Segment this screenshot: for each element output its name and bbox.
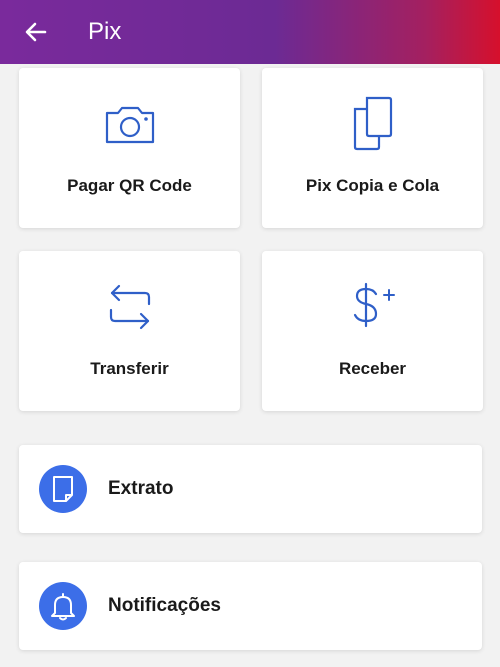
back-button[interactable]	[20, 16, 52, 48]
document-icon	[39, 465, 87, 513]
bell-icon	[39, 582, 87, 630]
copy-icon	[348, 94, 398, 152]
pay-qr-code-label: Pagar QR Code	[67, 176, 192, 195]
transfer-button[interactable]: Transferir	[19, 251, 240, 411]
statement-label: Extrato	[108, 478, 174, 499]
camera-icon	[100, 104, 160, 146]
transfer-arrows-icon	[104, 281, 156, 333]
pix-copy-paste-label: Pix Copia e Cola	[305, 176, 440, 195]
pix-copy-paste-button[interactable]: Pix Copia e Cola	[262, 68, 483, 228]
receive-label: Receber	[338, 359, 407, 378]
arrow-left-icon	[25, 22, 47, 42]
statement-button[interactable]: Extrato	[19, 445, 482, 533]
pay-qr-code-button[interactable]: Pagar QR Code	[19, 68, 240, 228]
receive-button[interactable]: Receber	[262, 251, 483, 411]
app-header: Pix	[0, 0, 500, 64]
notifications-button[interactable]: Notificações	[19, 562, 482, 650]
transfer-label: Transferir	[90, 359, 169, 378]
dollar-plus-icon	[348, 281, 398, 335]
notifications-label: Notificações	[108, 595, 221, 616]
page-title: Pix	[88, 18, 122, 45]
